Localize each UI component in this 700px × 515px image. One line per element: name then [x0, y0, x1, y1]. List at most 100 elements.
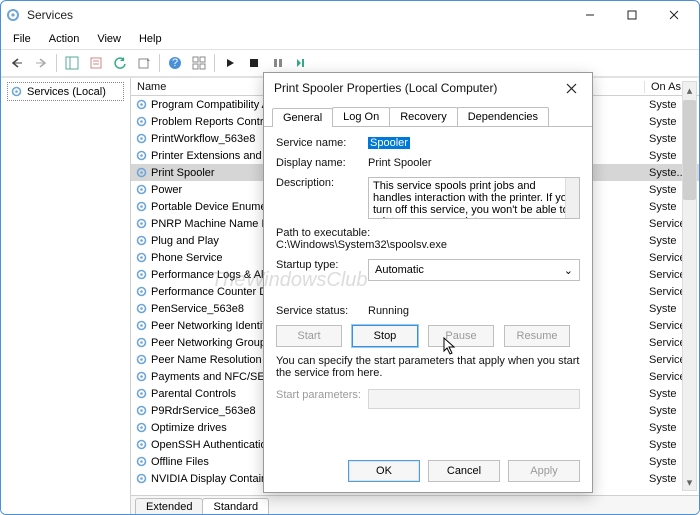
service-name: Performance Counter Dl [151, 286, 270, 298]
gear-icon [135, 251, 148, 264]
restart-service-button[interactable] [291, 52, 313, 74]
menu-file[interactable]: File [5, 31, 39, 47]
start-button[interactable]: Start [276, 325, 342, 347]
service-name: Peer Networking Identity [151, 320, 271, 332]
title-bar: Services [1, 1, 699, 29]
tab-standard[interactable]: Standard [202, 498, 269, 515]
cancel-button[interactable]: Cancel [428, 460, 500, 482]
tab-logon[interactable]: Log On [332, 107, 390, 126]
gear-icon [135, 183, 148, 196]
gear-icon [135, 370, 148, 383]
label-service-name: Service name: [276, 137, 368, 149]
gear-icon [135, 353, 148, 366]
label-status: Service status: [276, 305, 368, 317]
service-name: PrintWorkflow_563e8 [151, 133, 255, 145]
bottom-tabs: Extended Standard [131, 495, 699, 515]
gear-icon [135, 387, 148, 400]
export-button[interactable] [133, 52, 155, 74]
help-button[interactable]: ? [164, 52, 186, 74]
apply-button[interactable]: Apply [508, 460, 580, 482]
forward-button[interactable] [30, 52, 52, 74]
tree-item-label: Services (Local) [27, 86, 106, 98]
menu-help[interactable]: Help [131, 31, 170, 47]
pause-service-button[interactable] [267, 52, 289, 74]
value-status: Running [368, 305, 580, 317]
service-name: Parental Controls [151, 388, 236, 400]
dialog-title: Print Spooler Properties (Local Computer… [274, 81, 560, 95]
properties-button[interactable] [85, 52, 107, 74]
scroll-up-icon[interactable]: ▴ [682, 82, 697, 98]
label-description: Description: [276, 177, 368, 189]
vertical-scrollbar[interactable]: ▴ ▾ [682, 81, 697, 491]
startup-type-select[interactable]: Automatic ⌄ [368, 259, 580, 281]
back-button[interactable] [6, 52, 28, 74]
description-scrollbar[interactable] [565, 178, 579, 218]
menu-view[interactable]: View [89, 31, 129, 47]
value-startup: Automatic [375, 264, 424, 276]
tree-item-services-local[interactable]: Services (Local) [7, 82, 124, 101]
service-name: Payments and NFC/SE M [151, 371, 277, 383]
gear-icon [135, 268, 148, 281]
service-name: PenService_563e8 [151, 303, 244, 315]
scroll-thumb[interactable] [683, 100, 696, 200]
service-name: Printer Extensions and N [151, 150, 273, 162]
tab-recovery[interactable]: Recovery [389, 107, 457, 126]
service-name: P9RdrService_563e8 [151, 405, 256, 417]
gear-icon [135, 438, 148, 451]
gear-icon [135, 319, 148, 332]
resume-button[interactable]: Resume [504, 325, 570, 347]
toolbar-grid-icon[interactable] [188, 52, 210, 74]
services-window: Services File Action View Help ? [0, 0, 700, 515]
start-service-button[interactable] [219, 52, 241, 74]
tab-dependencies[interactable]: Dependencies [457, 107, 549, 126]
label-params: Start parameters: [276, 389, 368, 401]
gear-icon [135, 132, 148, 145]
dialog-footer: OK Cancel Apply [348, 460, 580, 482]
gear-icon [135, 336, 148, 349]
refresh-button[interactable] [109, 52, 131, 74]
menu-action[interactable]: Action [41, 31, 88, 47]
service-name: Problem Reports Contro [151, 116, 270, 128]
start-parameters-input [368, 389, 580, 409]
ok-button[interactable]: OK [348, 460, 420, 482]
gear-icon [135, 115, 148, 128]
service-name: Plug and Play [151, 235, 219, 247]
scroll-down-icon[interactable]: ▾ [682, 474, 697, 490]
label-startup: Startup type: [276, 259, 368, 271]
label-display-name: Display name: [276, 157, 368, 169]
gear-icon [135, 455, 148, 468]
gear-icon [135, 149, 148, 162]
maximize-button[interactable] [611, 2, 653, 28]
description-box[interactable]: This service spools print jobs and handl… [368, 177, 580, 219]
dialog-tabs: General Log On Recovery Dependencies [264, 103, 592, 127]
value-service-name: Spooler [368, 137, 410, 149]
dialog-titlebar: Print Spooler Properties (Local Computer… [264, 73, 592, 103]
gear-icon [135, 200, 148, 213]
hint-text: You can specify the start parameters tha… [276, 355, 580, 379]
service-name: OpenSSH Authentication [151, 439, 273, 451]
app-icon [5, 7, 21, 23]
service-name: NVIDIA Display Containe [151, 473, 273, 485]
service-name: Optimize drives [151, 422, 227, 434]
show-hide-tree-button[interactable] [61, 52, 83, 74]
stop-service-button[interactable] [243, 52, 265, 74]
menu-bar: File Action View Help [1, 29, 699, 49]
stop-button[interactable]: Stop [352, 325, 418, 347]
pause-button[interactable]: Pause [428, 325, 494, 347]
service-name: Phone Service [151, 252, 223, 264]
dialog-body: Service name: Spooler Display name: Prin… [264, 127, 592, 423]
tab-general[interactable]: General [272, 108, 333, 127]
gear-icon [135, 421, 148, 434]
dialog-close-button[interactable] [560, 77, 582, 99]
gear-icon [135, 302, 148, 315]
chevron-down-icon: ⌄ [564, 264, 573, 277]
minimize-button[interactable] [569, 2, 611, 28]
gear-icon [135, 404, 148, 417]
service-name: Offline Files [151, 456, 209, 468]
service-name: Power [151, 184, 182, 196]
value-description: This service spools print jobs and handl… [373, 180, 573, 219]
gear-icon [135, 217, 148, 230]
close-button[interactable] [653, 2, 695, 28]
tab-extended[interactable]: Extended [135, 498, 203, 515]
service-name: Program Compatibility A [151, 99, 269, 111]
